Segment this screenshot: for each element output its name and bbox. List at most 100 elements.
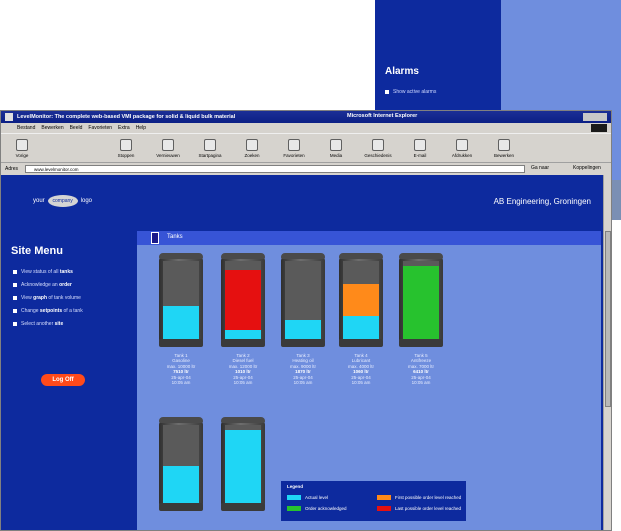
toolbar-button[interactable]: E-mail <box>405 137 435 161</box>
legend: Legend Actual level First possible order l… <box>281 481 466 521</box>
log-off-button[interactable]: Log Off <box>41 374 85 386</box>
toolbar-icon <box>288 139 300 151</box>
toolbar-button-label: Media <box>329 153 343 158</box>
vertical-scrollbar[interactable] <box>603 175 611 530</box>
menu-bar: Bestand Bewerken Beeld Favorieten Extra Help <box>1 123 611 133</box>
tank-info: Tank 5 Antifreeze max. 7000 ltr 6410 ltr 25-… <box>393 353 449 385</box>
bullet-icon <box>13 309 17 313</box>
toolbar-button-label: Vorige <box>15 153 29 158</box>
site-menu-item[interactable]: View graph of tank volume <box>13 295 81 301</box>
site-menu-item[interactable]: Acknowledge an order <box>13 282 72 288</box>
legend-item: Last possible order level reached <box>377 506 461 511</box>
toolbar-button[interactable]: Startpagina <box>195 137 225 161</box>
toolbar-button[interactable]: Media <box>321 137 351 161</box>
menu-item[interactable]: Bestand <box>17 125 35 131</box>
toolbar-button[interactable]: Vorige <box>7 137 37 161</box>
tank-time: 10:05 am <box>233 380 253 386</box>
alarms-link[interactable]: Show active alarms <box>385 89 436 95</box>
menu-item[interactable]: Beeld <box>70 125 83 131</box>
toolbar-button[interactable]: Stoppen <box>111 137 141 161</box>
tank-interior <box>285 261 321 339</box>
toolbar-button-label: Vernieuwen <box>156 153 180 158</box>
site-menu-item-label: Select another site <box>21 321 63 327</box>
site-menu-item[interactable]: Select another site <box>13 321 63 327</box>
toolbar-button[interactable]: Afdrukken <box>447 137 477 161</box>
window-title: LevelMonitor: The complete web-based VMI… <box>17 114 236 120</box>
legend-swatch <box>287 495 301 500</box>
toolbar-button-label: Bewerken <box>493 153 514 158</box>
tank-foot <box>339 339 383 347</box>
tank-cap <box>281 253 325 259</box>
tank-graphic[interactable] <box>221 417 265 511</box>
toolbar-button-label: Geschiedenis <box>364 153 392 158</box>
tank-time: 10:05 am <box>171 380 191 386</box>
tanks-panel-header: Tanks <box>137 231 601 245</box>
tank-cap <box>159 417 203 423</box>
legend-label: Actual level <box>305 495 329 500</box>
tank-graphic[interactable] <box>339 253 383 347</box>
legend-label: First possible order level reached <box>395 495 462 500</box>
bullet-icon <box>385 90 389 94</box>
toolbar-button[interactable]: Geschiedenis <box>363 137 393 161</box>
legend-label: Last possible order level reached <box>395 506 462 511</box>
tank-cap <box>221 253 265 259</box>
address-input[interactable]: www.levelmonitor.com <box>25 165 525 173</box>
toolbar-icon <box>372 139 384 151</box>
scrollbar-thumb[interactable] <box>605 231 611 407</box>
tank-interior <box>163 425 199 503</box>
alarms-link-label: Show active alarms <box>393 89 437 95</box>
legend-swatch <box>377 495 391 500</box>
address-label: Adres <box>5 166 19 172</box>
menu-item[interactable]: Extra <box>118 125 130 131</box>
menu-item-text: Select another <box>21 321 55 327</box>
tanks-panel: Tanks Tank 1 Gasoline max. 10000 ltr 7510 l… <box>137 231 601 530</box>
legend-swatch <box>287 506 301 511</box>
legend-label: Order acknowledged <box>305 506 347 511</box>
toolbar-button[interactable]: Vernieuwen <box>153 137 183 161</box>
toolbar-button-label: E-mail <box>413 153 427 158</box>
toolbar-button-label: Stoppen <box>117 153 135 158</box>
site-header: your company logo AB Engineering, Gronin… <box>1 175 601 221</box>
tank-graphic[interactable] <box>159 417 203 511</box>
site-menu: Site Menu Log Off View status of all tan… <box>1 221 137 530</box>
window-controls[interactable] <box>583 113 607 121</box>
company-logo: your company logo <box>33 195 92 207</box>
toolbar-button-label: Afdrukken <box>451 153 473 158</box>
toolbar: Vorige Stoppen Vernieuwen Startpagina Zoeken… <box>1 133 611 163</box>
menu-item[interactable]: Favorieten <box>88 125 112 131</box>
title-bar[interactable]: LevelMonitor: The complete web-based VMI… <box>1 111 611 123</box>
tank-alert-fill <box>225 270 261 330</box>
menu-item[interactable]: Bewerken <box>41 125 63 131</box>
toolbar-button[interactable]: Favorieten <box>279 137 309 161</box>
menu-item-text: Acknowledge an <box>21 282 60 288</box>
address-bar: Adres www.levelmonitor.com Ga naar Koppe… <box>1 163 611 175</box>
tank-graphic[interactable] <box>281 253 325 347</box>
tank-foot <box>221 339 265 347</box>
site-menu-item[interactable]: Change setpoints of a tank <box>13 308 83 314</box>
tank-info: Tank 2 Diesel fuel max. 12000 ltr 1010 ltr 2… <box>215 353 271 385</box>
toolbar-button-label: Startpagina <box>198 153 222 158</box>
toolbar-button-label: Zoeken <box>244 153 260 158</box>
ie-icon <box>5 113 13 121</box>
tank-graphic[interactable] <box>221 253 265 347</box>
tank-foot <box>159 503 203 511</box>
links-button[interactable]: Koppelingen <box>573 165 601 171</box>
site-menu-item[interactable]: View status of all tanks <box>13 269 73 275</box>
tank-graphic[interactable] <box>399 253 443 347</box>
toolbar-button[interactable]: Zoeken <box>237 137 267 161</box>
legend-item: First possible order level reached <box>377 495 461 500</box>
tank-graphic[interactable] <box>159 253 203 347</box>
window-title-suffix: Microsoft Internet Explorer <box>347 113 418 119</box>
toolbar-icon <box>120 139 132 151</box>
menu-item-text: of tank volume <box>47 295 81 301</box>
toolbar-icon <box>456 139 468 151</box>
menu-item[interactable]: Help <box>136 125 146 131</box>
menu-item-keyword: site <box>54 321 64 327</box>
toolbar-icon <box>204 139 216 151</box>
tank-level-fill <box>343 315 379 339</box>
legend-title: Legend <box>287 484 304 489</box>
site-menu-item-label: View status of all tanks <box>21 269 73 275</box>
menu-item-keyword: order <box>59 282 72 288</box>
go-button[interactable]: Ga naar <box>531 165 549 171</box>
toolbar-button[interactable]: Bewerken <box>489 137 519 161</box>
